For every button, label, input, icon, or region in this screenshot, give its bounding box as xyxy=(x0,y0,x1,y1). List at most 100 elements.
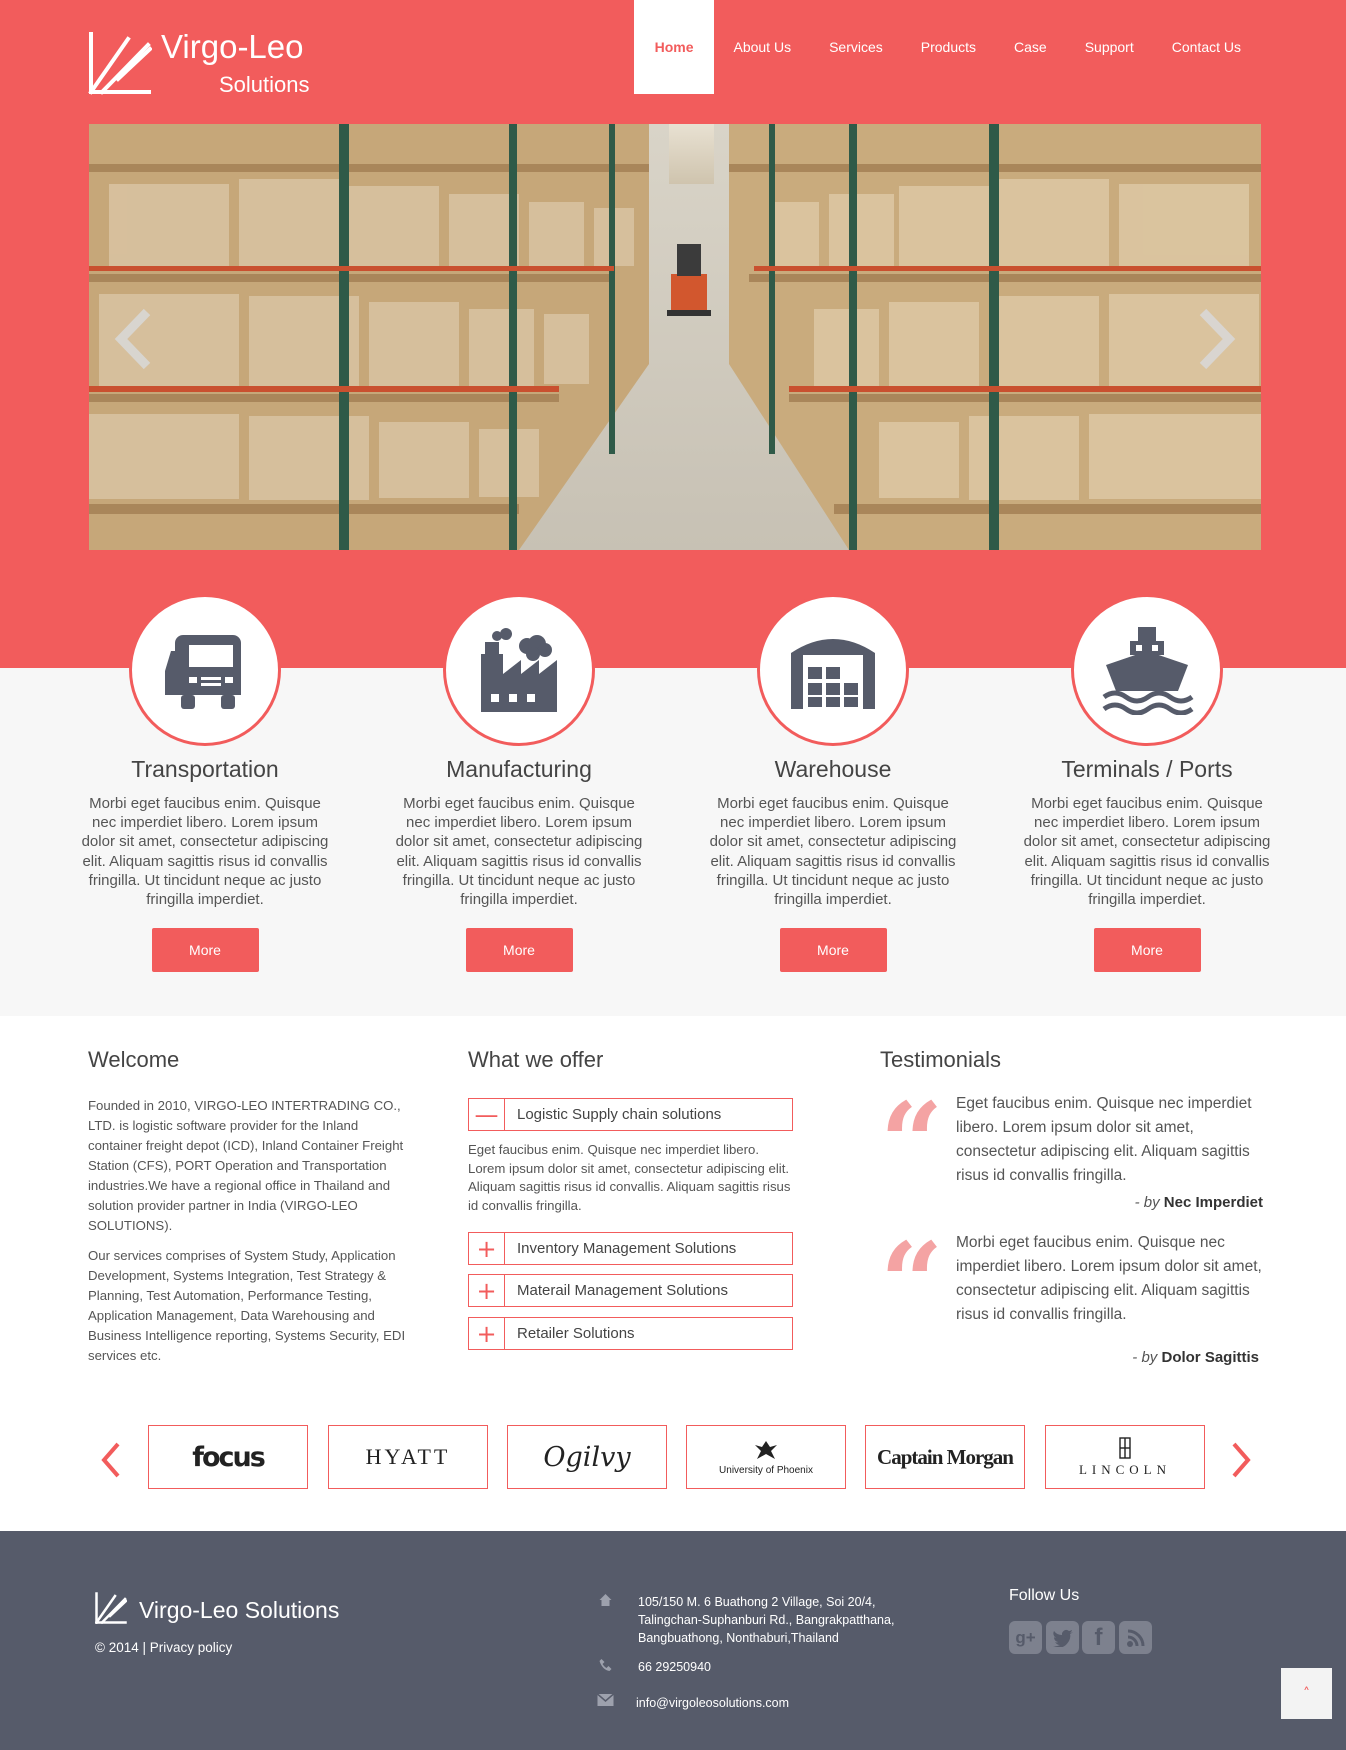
lincoln-star-icon xyxy=(1119,1436,1131,1459)
footer-logo-icon xyxy=(95,1592,127,1624)
accordion-body: Eget faucibus enim. Quisque nec imperdie… xyxy=(468,1142,791,1213)
slider-next-icon[interactable] xyxy=(1185,304,1245,374)
testimonial-text: Eget faucibus enim. Quisque nec imperdie… xyxy=(956,1095,1252,1184)
client-logo-captain-morgan[interactable]: Captain Morgan xyxy=(865,1425,1025,1489)
feature-text: Morbi eget faucibus enim. Quisque nec im… xyxy=(81,795,329,909)
address-text: 105/150 M. 6 Buathong 2 Village, Soi 20/… xyxy=(638,1595,895,1645)
footer: Virgo-Leo Solutions © 2014 | Privacy pol… xyxy=(0,1531,1346,1750)
follow-us-title: Follow Us xyxy=(1009,1587,1080,1604)
truck-icon xyxy=(165,635,241,709)
facebook-icon[interactable]: f xyxy=(1082,1621,1115,1654)
warehouse-icon xyxy=(791,639,875,709)
client-logo-ogilvy[interactable]: Ogilvy xyxy=(507,1425,667,1489)
rss-icon[interactable] xyxy=(1119,1621,1152,1654)
accordion-label: Logistic Supply chain solutions xyxy=(517,1106,722,1123)
phoenix-bird-icon xyxy=(755,1440,777,1459)
email-link[interactable]: info@virgoleosolutions.com xyxy=(636,1694,789,1712)
ship-icon xyxy=(1102,627,1194,715)
copyright-text: © 2014 | xyxy=(95,1640,146,1655)
feature-title: Terminals / Ports xyxy=(1061,756,1233,782)
feature-title: Manufacturing xyxy=(446,756,592,782)
clients-next-icon[interactable] xyxy=(1226,1440,1256,1480)
welcome-title: Welcome xyxy=(88,1047,180,1072)
by-prefix: - by xyxy=(1134,1194,1160,1211)
accordion-material-management[interactable]: + Materail Management Solutions xyxy=(468,1274,793,1307)
accordion-logistic-supply-chain[interactable]: — Logistic Supply chain solutions xyxy=(468,1098,793,1131)
expand-icon: + xyxy=(469,1233,505,1264)
accordion-label: Retailer Solutions xyxy=(517,1325,635,1342)
twitter-icon[interactable] xyxy=(1046,1621,1079,1654)
testimonial-text: Morbi eget faucibus enim. Quisque nec im… xyxy=(956,1234,1262,1323)
brand-subtitle: Solutions xyxy=(219,72,310,97)
nav-home[interactable]: Home xyxy=(633,0,715,94)
nav-services[interactable]: Services xyxy=(810,0,902,94)
feature-icon-circle xyxy=(129,594,281,746)
factory-icon xyxy=(481,628,557,712)
warehouse-photo xyxy=(89,124,1261,550)
accordion-inventory-management[interactable]: + Inventory Management Solutions xyxy=(468,1232,793,1265)
author-name: Dolor Sagittis xyxy=(1161,1349,1259,1366)
accordion-label: Inventory Management Solutions xyxy=(517,1240,737,1257)
quote-icon: “ xyxy=(880,1218,944,1347)
client-brand: Ogilvy xyxy=(543,1441,631,1473)
google-plus-icon[interactable]: g+ xyxy=(1009,1621,1042,1654)
welcome-paragraph-1: Founded in 2010, VIRGO-LEO INTERTRADING … xyxy=(88,1098,404,1233)
collapse-icon: — xyxy=(469,1099,505,1130)
quote-icon: “ xyxy=(880,1078,944,1207)
accordion-retailer-solutions[interactable]: + Retailer Solutions xyxy=(468,1317,793,1350)
more-button[interactable]: More xyxy=(1093,928,1201,973)
accordion-label: Materail Management Solutions xyxy=(517,1282,728,1299)
testimonial-author: - by Dolor Sagittis xyxy=(1132,1349,1259,1366)
footer-copyright: © 2014 | Privacy policy xyxy=(95,1640,232,1655)
nav-products[interactable]: Products xyxy=(902,0,995,94)
by-prefix: - by xyxy=(1132,1349,1158,1366)
nav-case[interactable]: Case xyxy=(995,0,1066,94)
expand-icon: + xyxy=(469,1275,505,1306)
client-brand: HYATT xyxy=(365,1444,451,1469)
more-button[interactable]: More xyxy=(465,928,573,973)
client-brand: University of Phoenix xyxy=(719,1464,813,1476)
slider-prev-icon[interactable] xyxy=(105,304,165,374)
feature-text: Morbi eget faucibus enim. Quisque nec im… xyxy=(395,795,643,909)
feature-icon-circle xyxy=(1071,594,1223,746)
envelope-icon xyxy=(597,1694,614,1706)
footer-address: 105/150 M. 6 Buathong 2 Village, Soi 20/… xyxy=(590,1593,908,1647)
phone-icon xyxy=(599,1659,612,1671)
hero-slider[interactable] xyxy=(89,124,1261,550)
welcome-text: Founded in 2010, VIRGO-LEO INTERTRADING … xyxy=(88,1096,408,1366)
phone-text: 66 29250940 xyxy=(638,1660,711,1674)
more-button[interactable]: More xyxy=(779,928,887,973)
nav-about-us[interactable]: About Us xyxy=(714,0,810,94)
offer-title: What we offer xyxy=(468,1047,604,1072)
rss-glyph xyxy=(1126,1629,1144,1647)
client-logo-lincoln[interactable]: LINCOLN xyxy=(1045,1425,1205,1489)
footer-phone: 66 29250940 xyxy=(590,1658,711,1676)
back-to-top-button[interactable]: ˄ xyxy=(1281,1668,1332,1719)
feature-title: Warehouse xyxy=(774,756,892,782)
feature-text: Morbi eget faucibus enim. Quisque nec im… xyxy=(709,795,957,909)
client-brand: Captain Morgan xyxy=(877,1444,1014,1469)
client-brand: focus xyxy=(192,1441,266,1473)
client-logo-focus[interactable]: focus xyxy=(148,1425,308,1489)
nav-contact-us[interactable]: Contact Us xyxy=(1153,0,1260,94)
twitter-bird-glyph xyxy=(1052,1629,1073,1647)
footer-email: info@virgoleosolutions.com xyxy=(590,1694,789,1712)
client-logo-hyatt[interactable]: HYATT xyxy=(328,1425,488,1489)
feature-title: Transportation xyxy=(131,756,279,782)
client-logo-university-of-phoenix[interactable]: University of Phoenix xyxy=(686,1425,846,1489)
more-button[interactable]: More xyxy=(151,928,259,973)
footer-brand: Virgo-Leo Solutions xyxy=(139,1597,340,1623)
privacy-policy-link[interactable]: Privacy policy xyxy=(150,1640,233,1655)
feature-transportation: Transportation Morbi eget faucibus enim.… xyxy=(75,594,335,973)
site-logo[interactable]: Virgo-Leo Solutions xyxy=(88,28,338,98)
nav-support[interactable]: Support xyxy=(1066,0,1153,94)
feature-text: Morbi eget faucibus enim. Quisque nec im… xyxy=(1023,795,1271,909)
feature-manufacturing: Manufacturing Morbi eget faucibus enim. … xyxy=(389,594,649,973)
feature-icon-circle xyxy=(757,594,909,746)
logo-mark-icon xyxy=(88,32,152,95)
home-icon xyxy=(599,1594,612,1606)
feature-terminals-ports: Terminals / Ports Morbi eget faucibus en… xyxy=(1017,594,1277,973)
clients-prev-icon[interactable] xyxy=(96,1440,126,1480)
feature-icon-circle xyxy=(443,594,595,746)
testimonials-title: Testimonials xyxy=(880,1047,1002,1072)
